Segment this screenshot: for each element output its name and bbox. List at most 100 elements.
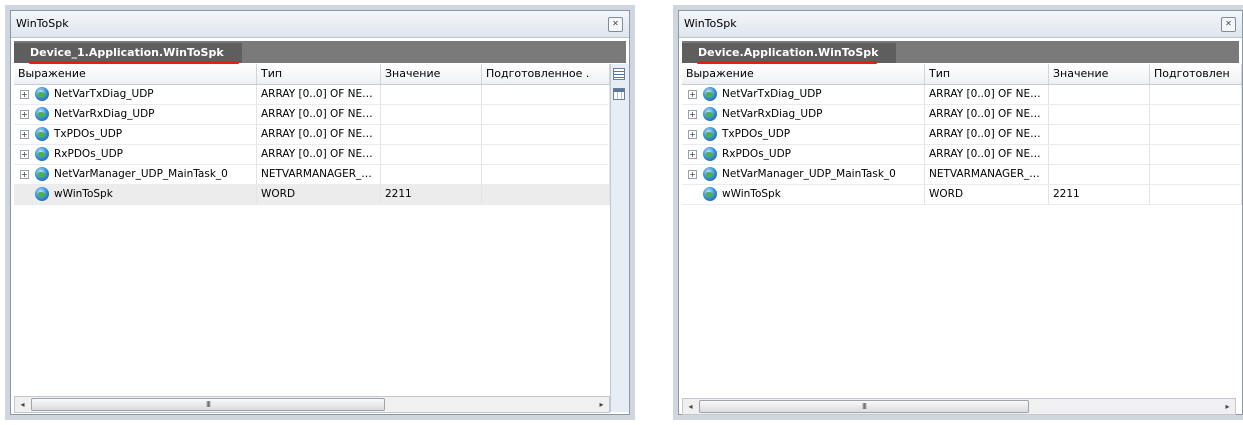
- type-cell: ARRAY [0..0] OF NE…: [257, 125, 381, 144]
- table-row[interactable]: + TxPDOs_UDP ARRAY [0..0] OF NE…: [682, 125, 1242, 145]
- table-row[interactable]: + RxPDOs_UDP ARRAY [0..0] OF NE…: [14, 145, 610, 165]
- type-cell: WORD: [925, 185, 1049, 204]
- table-header: Выражение Тип Значение Подготовленное .: [14, 64, 610, 85]
- value-cell: [1049, 105, 1150, 124]
- globe-icon: [703, 167, 717, 181]
- prepared-cell[interactable]: [1150, 165, 1242, 184]
- table-row[interactable]: + TxPDOs_UDP ARRAY [0..0] OF NE…: [14, 125, 610, 145]
- side-toolbar: [610, 64, 629, 412]
- globe-icon: [703, 187, 717, 201]
- scroll-right-arrow[interactable]: ▸: [1220, 399, 1235, 414]
- table-row[interactable]: + NetVarRxDiag_UDP ARRAY [0..0] OF NE…: [682, 105, 1242, 125]
- prepared-cell[interactable]: [482, 105, 610, 124]
- close-icon[interactable]: ✕: [608, 17, 623, 32]
- value-cell: [381, 85, 482, 104]
- prepared-cell[interactable]: [1150, 185, 1242, 204]
- value-cell: [1049, 145, 1150, 164]
- column-value[interactable]: Значение: [381, 64, 482, 84]
- expand-icon[interactable]: +: [688, 130, 697, 139]
- prepared-cell[interactable]: [482, 145, 610, 164]
- table-row[interactable]: + NetVarTxDiag_UDP ARRAY [0..0] OF NE…: [14, 85, 610, 105]
- type-cell: WORD: [257, 185, 381, 204]
- window-title: WinToSpk: [16, 17, 69, 30]
- value-cell: [381, 125, 482, 144]
- horizontal-scrollbar[interactable]: ◂ III ▸: [682, 398, 1236, 415]
- globe-icon: [35, 127, 49, 141]
- prepared-cell[interactable]: [1150, 125, 1242, 144]
- type-cell: NETVARMANAGER_…: [257, 165, 381, 184]
- prepared-cell[interactable]: [1150, 145, 1242, 164]
- expression-cell: NetVarManager_UDP_MainTask_0: [722, 168, 896, 180]
- expression-cell: NetVarManager_UDP_MainTask_0: [54, 168, 228, 180]
- expression-cell: NetVarTxDiag_UDP: [54, 88, 154, 100]
- globe-icon: [35, 87, 49, 101]
- device-path-tab[interactable]: Device.Application.WinToSpk: [682, 43, 897, 63]
- expand-icon[interactable]: +: [20, 90, 29, 99]
- expand-icon[interactable]: +: [20, 150, 29, 159]
- column-type[interactable]: Тип: [925, 64, 1049, 84]
- title-bar[interactable]: WinToSpk ✕: [11, 11, 629, 38]
- prepared-cell[interactable]: [482, 185, 610, 204]
- type-cell: ARRAY [0..0] OF NE…: [925, 125, 1049, 144]
- prepared-cell[interactable]: [482, 85, 610, 104]
- prepared-cell[interactable]: [1150, 105, 1242, 124]
- column-prepared[interactable]: Подготовленное .: [482, 64, 610, 84]
- table-view-icon[interactable]: [613, 88, 625, 100]
- table-body: + NetVarTxDiag_UDP ARRAY [0..0] OF NE… + N…: [14, 85, 610, 205]
- window-title: WinToSpk: [684, 17, 737, 30]
- scroll-thumb[interactable]: III: [31, 398, 385, 411]
- expand-icon[interactable]: +: [688, 170, 697, 179]
- scroll-right-arrow[interactable]: ▸: [594, 397, 609, 412]
- expression-cell: TxPDOs_UDP: [722, 128, 791, 140]
- prepared-cell[interactable]: [482, 165, 610, 184]
- type-cell: NETVARMANAGER_…: [925, 165, 1049, 184]
- table-row[interactable]: + NetVarTxDiag_UDP ARRAY [0..0] OF NE…: [682, 85, 1242, 105]
- type-cell: ARRAY [0..0] OF NE…: [925, 145, 1049, 164]
- table-row[interactable]: wWinToSpk WORD 2211: [682, 185, 1242, 205]
- watch-list-icon[interactable]: [613, 68, 625, 80]
- value-cell: 2211: [381, 185, 482, 204]
- globe-icon: [35, 167, 49, 181]
- prepared-cell[interactable]: [482, 125, 610, 144]
- watch-panel: WinToSpk ✕ Device.Application.WinToSpk В…: [678, 10, 1243, 415]
- table-row[interactable]: + NetVarManager_UDP_MainTask_0 NETVARMANA…: [682, 165, 1242, 185]
- expand-icon[interactable]: +: [688, 90, 697, 99]
- type-cell: ARRAY [0..0] OF NE…: [257, 85, 381, 104]
- table-row[interactable]: + RxPDOs_UDP ARRAY [0..0] OF NE…: [682, 145, 1242, 165]
- watch-window-1: WinToSpk ✕ Device_1.Application.WinToSpk…: [5, 5, 635, 420]
- device-bar: Device_1.Application.WinToSpk: [14, 41, 626, 63]
- prepared-cell[interactable]: [1150, 85, 1242, 104]
- value-cell: [381, 165, 482, 184]
- expand-icon[interactable]: +: [688, 110, 697, 119]
- table-row[interactable]: + NetVarRxDiag_UDP ARRAY [0..0] OF NE…: [14, 105, 610, 125]
- expand-icon[interactable]: +: [688, 150, 697, 159]
- column-type[interactable]: Тип: [257, 64, 381, 84]
- table-row[interactable]: wWinToSpk WORD 2211: [14, 185, 610, 205]
- value-cell: [1049, 125, 1150, 144]
- column-prepared[interactable]: Подготовлен: [1150, 64, 1242, 84]
- column-value[interactable]: Значение: [1049, 64, 1150, 84]
- expand-icon[interactable]: +: [20, 130, 29, 139]
- column-expression[interactable]: Выражение: [14, 64, 257, 84]
- close-icon[interactable]: ✕: [1221, 17, 1236, 32]
- globe-icon: [35, 147, 49, 161]
- device-bar: Device.Application.WinToSpk: [682, 41, 1239, 63]
- horizontal-scrollbar[interactable]: ◂ III ▸: [14, 396, 610, 413]
- title-bar[interactable]: WinToSpk ✕: [679, 11, 1242, 38]
- globe-icon: [35, 187, 49, 201]
- value-cell: [381, 145, 482, 164]
- value-cell: [381, 105, 482, 124]
- scroll-left-arrow[interactable]: ◂: [15, 397, 30, 412]
- globe-icon: [703, 107, 717, 121]
- scroll-left-arrow[interactable]: ◂: [683, 399, 698, 414]
- table-row[interactable]: + NetVarManager_UDP_MainTask_0 NETVARMANA…: [14, 165, 610, 185]
- scroll-thumb[interactable]: III: [699, 400, 1029, 413]
- watch-window-2: WinToSpk ✕ Device.Application.WinToSpk В…: [673, 5, 1243, 420]
- value-cell: [1049, 165, 1150, 184]
- expression-cell: wWinToSpk: [54, 188, 113, 200]
- device-path-tab[interactable]: Device_1.Application.WinToSpk: [14, 43, 242, 63]
- table-body: + NetVarTxDiag_UDP ARRAY [0..0] OF NE… + N…: [682, 85, 1242, 205]
- column-expression[interactable]: Выражение: [682, 64, 925, 84]
- expand-icon[interactable]: +: [20, 110, 29, 119]
- expand-icon[interactable]: +: [20, 170, 29, 179]
